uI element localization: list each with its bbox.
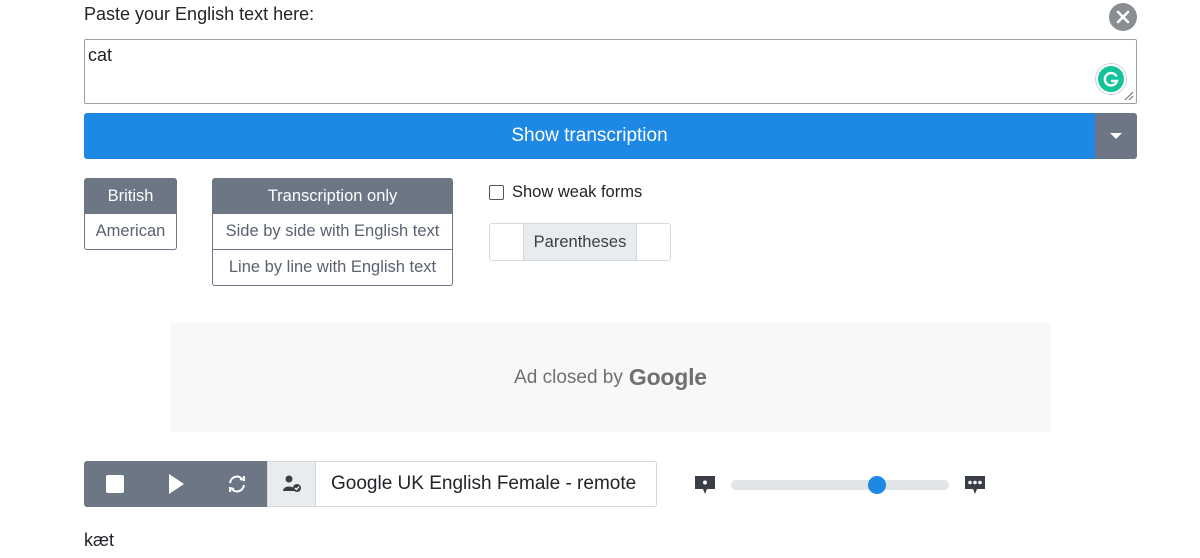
stop-icon	[105, 475, 124, 493]
show-weak-forms-label: Show weak forms	[512, 183, 643, 201]
show-weak-forms-checkbox[interactable]: Show weak forms	[489, 183, 642, 202]
weak-form-style-left-option[interactable]	[490, 224, 523, 260]
chevron-down-icon	[1110, 133, 1122, 139]
loop-button[interactable]	[206, 461, 267, 507]
checkbox-box[interactable]	[489, 185, 504, 200]
weak-form-style-toggle: Parentheses	[489, 223, 671, 261]
speech-slow-icon[interactable]	[693, 474, 717, 496]
mode-side-by-side-option[interactable]: Side by side with English text	[212, 214, 453, 250]
accent-toggle: British American	[84, 178, 177, 250]
ad-closed-text: Ad closed by	[514, 366, 623, 388]
transcription-result: kæt	[84, 530, 115, 550]
speech-rate-slider[interactable]	[731, 476, 949, 494]
clear-text-button[interactable]	[1109, 3, 1137, 31]
ad-placeholder: Ad closed by Google	[170, 323, 1051, 432]
resize-handle-icon[interactable]	[1122, 89, 1134, 101]
paste-label: Paste your English text here:	[84, 4, 315, 24]
english-text-input[interactable]	[84, 39, 1137, 104]
output-mode-toggle: Transcription only Side by side with Eng…	[212, 178, 453, 286]
show-transcription-button[interactable]: Show transcription	[84, 113, 1095, 159]
voice-settings-button[interactable]	[267, 461, 316, 507]
google-logo: Google	[628, 364, 707, 390]
play-button[interactable]	[145, 461, 206, 507]
speech-rate-slider-thumb[interactable]	[868, 476, 887, 494]
weak-form-style-right-option[interactable]	[637, 224, 670, 260]
loop-icon	[228, 475, 245, 493]
accent-british-option[interactable]: British	[84, 178, 177, 214]
close-icon	[1116, 10, 1130, 24]
weak-form-style-parentheses-option[interactable]: Parentheses	[523, 224, 637, 260]
accent-american-option[interactable]: American	[84, 214, 177, 250]
stop-button[interactable]	[84, 461, 145, 507]
play-icon	[168, 474, 184, 494]
mode-line-by-line-option[interactable]: Line by line with English text	[212, 250, 453, 286]
speech-fast-icon[interactable]	[963, 474, 987, 496]
voice-select[interactable]: Google UK English Female - remote	[315, 461, 657, 507]
voice-settings-icon	[282, 475, 301, 492]
transcription-options-dropdown[interactable]	[1095, 113, 1137, 159]
grammarly-icon	[1103, 71, 1119, 87]
audio-player-controls	[84, 461, 267, 507]
mode-transcription-only-option[interactable]: Transcription only	[212, 178, 453, 214]
